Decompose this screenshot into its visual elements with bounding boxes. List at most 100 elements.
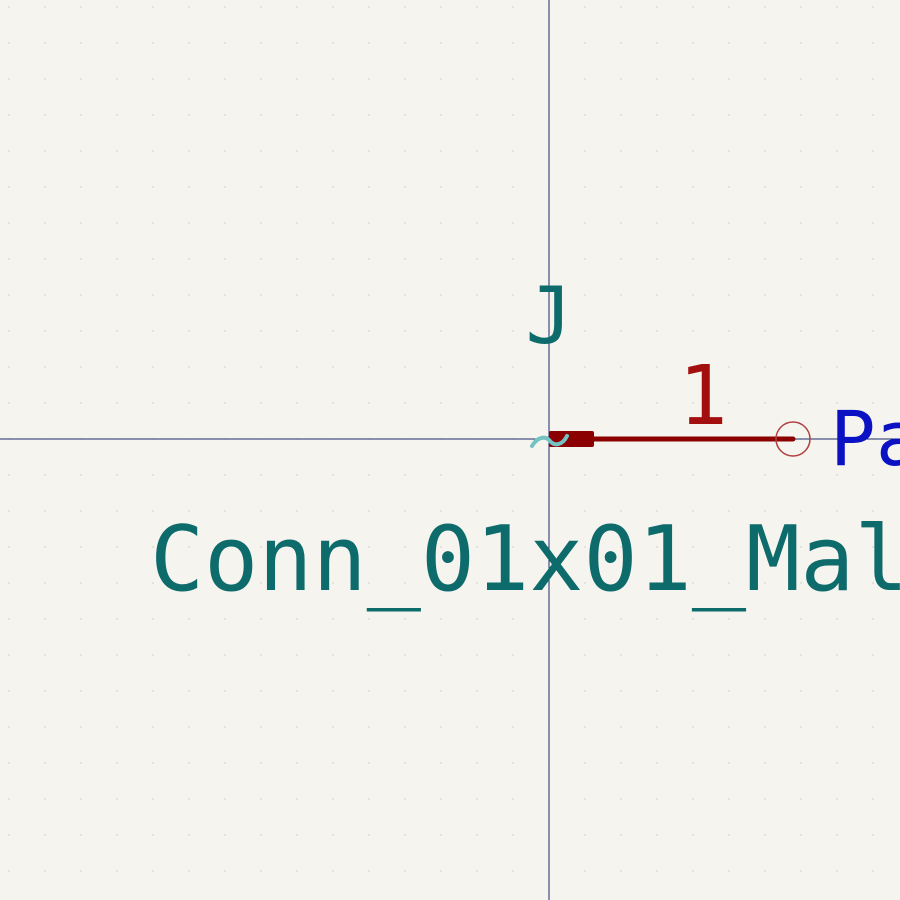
grid-dot xyxy=(584,690,586,692)
grid-dot xyxy=(368,6,370,8)
grid-dot xyxy=(764,474,766,476)
grid-dot xyxy=(152,186,154,188)
grid-dot xyxy=(44,798,46,800)
grid-dot xyxy=(836,114,838,116)
grid-dot xyxy=(404,114,406,116)
grid-dot xyxy=(728,618,730,620)
grid-dot xyxy=(620,834,622,836)
grid-dot xyxy=(404,78,406,80)
grid-dot xyxy=(584,762,586,764)
grid-dot xyxy=(80,870,82,872)
grid-dot xyxy=(152,42,154,44)
grid-dot xyxy=(116,294,118,296)
grid-dot xyxy=(80,762,82,764)
grid-dot xyxy=(512,618,514,620)
grid-dot xyxy=(656,222,658,224)
grid-dot xyxy=(512,762,514,764)
grid-dot xyxy=(116,834,118,836)
grid-dot xyxy=(188,294,190,296)
grid-dot xyxy=(368,186,370,188)
grid-dot xyxy=(872,150,874,152)
grid-dot xyxy=(620,654,622,656)
grid-dot xyxy=(152,114,154,116)
grid-dot xyxy=(224,222,226,224)
grid-dot xyxy=(872,798,874,800)
grid-dot xyxy=(80,186,82,188)
grid-dot xyxy=(332,690,334,692)
grid-dot xyxy=(332,330,334,332)
grid-dot xyxy=(44,258,46,260)
grid-dot xyxy=(872,186,874,188)
grid-dot xyxy=(476,114,478,116)
grid-dot xyxy=(44,114,46,116)
grid-dot xyxy=(800,150,802,152)
schematic-svg[interactable]: J 1 Pa Conn_01x01_Mal xyxy=(0,0,900,900)
grid-dot xyxy=(152,798,154,800)
grid-dot xyxy=(584,114,586,116)
grid-dot xyxy=(800,330,802,332)
grid-dot xyxy=(80,402,82,404)
grid-dot xyxy=(332,294,334,296)
pin-number[interactable]: 1 xyxy=(678,349,727,444)
grid-dot xyxy=(800,618,802,620)
grid-dot xyxy=(260,186,262,188)
grid-dot xyxy=(260,78,262,80)
grid-dot xyxy=(764,726,766,728)
grid-dot xyxy=(368,474,370,476)
grid-dot xyxy=(44,474,46,476)
grid-dot xyxy=(8,366,10,368)
grid-dot xyxy=(8,510,10,512)
grid-dot xyxy=(152,618,154,620)
grid-dot xyxy=(44,690,46,692)
schematic-canvas[interactable]: J 1 Pa Conn_01x01_Mal xyxy=(0,0,900,900)
grid-dot xyxy=(800,6,802,8)
grid-dot xyxy=(656,78,658,80)
grid-dot xyxy=(44,618,46,620)
grid-dot xyxy=(764,654,766,656)
grid-dot xyxy=(404,474,406,476)
grid-dot xyxy=(44,186,46,188)
grid-dot xyxy=(80,798,82,800)
value-field[interactable]: Conn_01x01_Mal xyxy=(150,507,900,612)
grid-dot xyxy=(296,618,298,620)
grid-dot xyxy=(476,762,478,764)
grid-dot xyxy=(260,42,262,44)
grid-dot xyxy=(836,798,838,800)
grid-dot xyxy=(584,474,586,476)
grid-dot xyxy=(584,366,586,368)
grid-dot xyxy=(404,6,406,8)
grid-dot xyxy=(764,762,766,764)
grid-dot xyxy=(296,186,298,188)
grid-dot xyxy=(224,798,226,800)
grid-dot xyxy=(584,870,586,872)
grid-dot xyxy=(116,150,118,152)
grid-dot xyxy=(872,834,874,836)
grid-dot xyxy=(476,654,478,656)
pin-name[interactable]: Pa xyxy=(830,394,900,483)
grid-dot xyxy=(368,798,370,800)
grid-dot xyxy=(836,42,838,44)
grid-dot xyxy=(440,42,442,44)
grid-dot xyxy=(224,618,226,620)
grid-dot xyxy=(656,474,658,476)
grid-dot xyxy=(584,798,586,800)
grid-dot xyxy=(584,258,586,260)
grid-dot xyxy=(476,834,478,836)
grid-dot xyxy=(476,690,478,692)
grid-dot xyxy=(296,870,298,872)
grid-dot xyxy=(224,186,226,188)
grid-dot xyxy=(872,330,874,332)
grid-dot xyxy=(476,366,478,368)
reference-field[interactable]: J xyxy=(526,272,573,362)
grid-dot xyxy=(800,870,802,872)
grid-dot xyxy=(152,330,154,332)
grid-dot xyxy=(512,870,514,872)
grid-dot xyxy=(116,402,118,404)
grid-dot xyxy=(584,834,586,836)
grid-dot xyxy=(764,870,766,872)
grid-dot xyxy=(80,114,82,116)
grid-dot xyxy=(80,330,82,332)
grid-dot xyxy=(260,870,262,872)
grid-dot xyxy=(188,78,190,80)
grid-dot xyxy=(152,222,154,224)
